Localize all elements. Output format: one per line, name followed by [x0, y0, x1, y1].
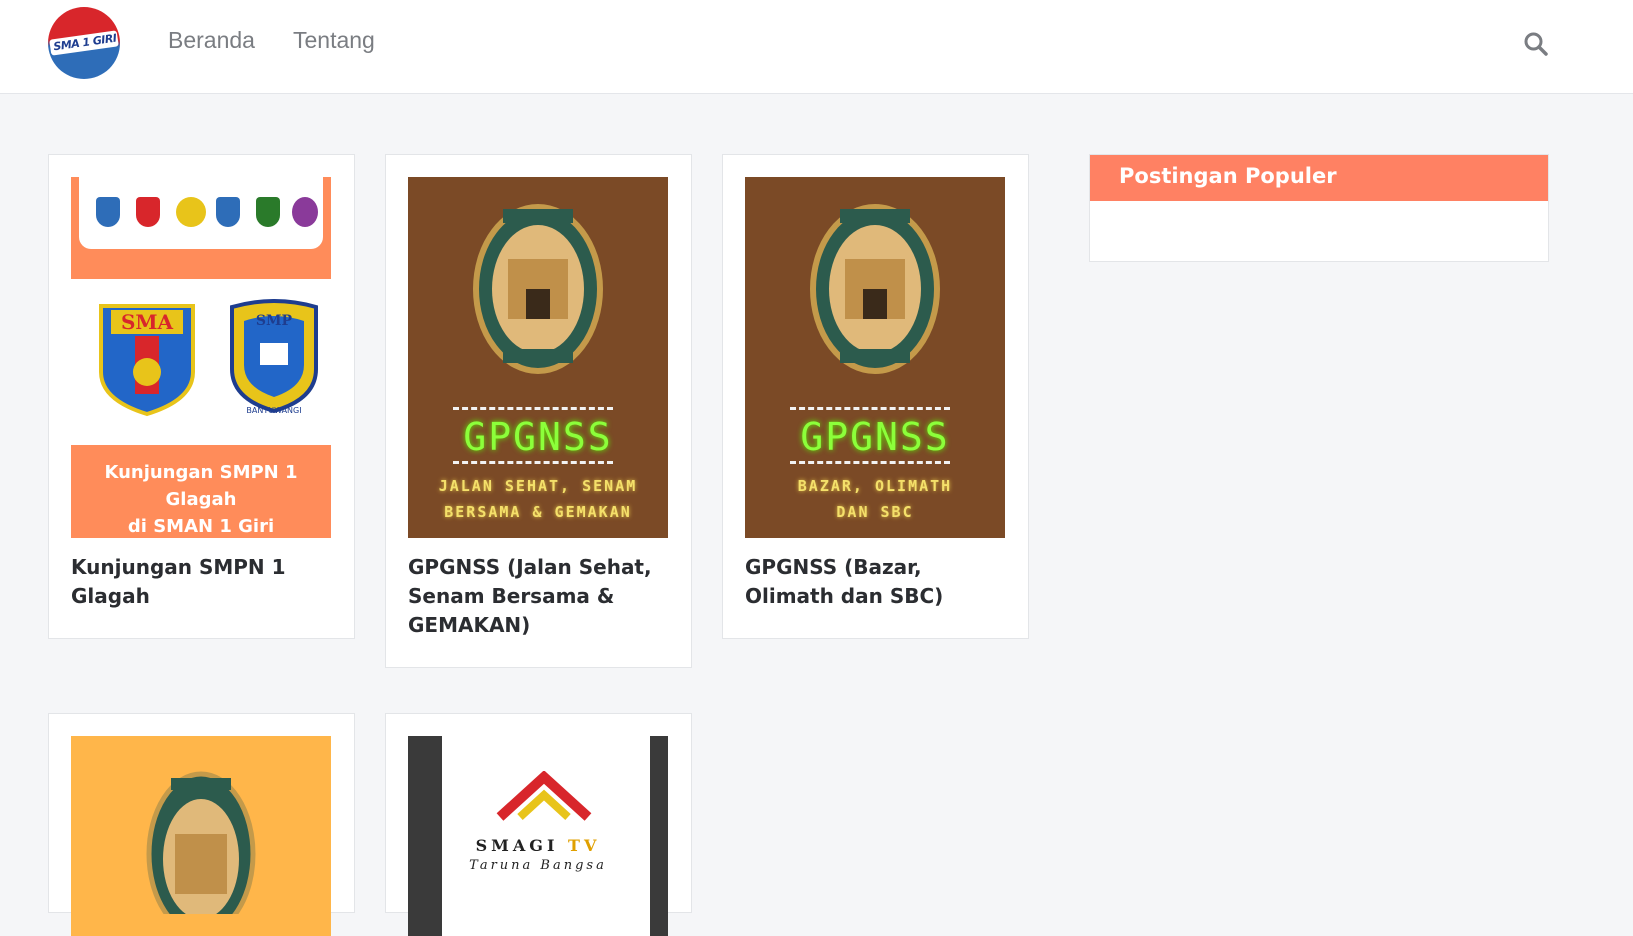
logo-emblem-icon: [96, 197, 120, 227]
poster-subtitle-line: BAZAR, OLIMATH: [797, 477, 953, 495]
post-thumbnail[interactable]: GPGNSS JALAN SEHAT, SENAM BERSAMA & GEMA…: [408, 177, 668, 538]
poster-subtitle: BAZAR, OLIMATH DAN SBC: [745, 473, 1005, 525]
poster-subtitle-line: DAN SBC: [836, 503, 914, 521]
poster-divider: [453, 407, 613, 410]
post-title-link[interactable]: GPGNSS (Jalan Sehat, Senam Bersama & GEM…: [408, 553, 668, 640]
poster-heading: GPGNSS: [800, 415, 950, 459]
thumb-caption: Kunjungan SMPN 1 Glagah di SMAN 1 Giri: [71, 459, 331, 538]
tv-logo-text: SMAGI TV: [408, 836, 668, 855]
poster-divider: [790, 407, 950, 410]
poster-subtitle-line: JALAN SEHAT, SENAM: [438, 477, 638, 495]
logo-emblem-icon: [292, 197, 318, 227]
sma-shield-icon: SMA: [99, 304, 195, 417]
tv-logo-accent: TV: [568, 836, 601, 855]
post-title-link[interactable]: GPGNSS (Bazar, Olimath dan SBC): [745, 553, 1005, 611]
popular-posts-widget: Postingan Populer: [1089, 154, 1549, 262]
thumb-logo-strip: [79, 177, 323, 249]
thumb-caption-line: Kunjungan SMPN 1 Glagah: [104, 462, 298, 510]
post-thumbnail[interactable]: GPGNSS BAZAR, OLIMATH DAN SBC: [745, 177, 1005, 538]
roof-logo-icon: [496, 771, 592, 821]
site-header: SMA 1 GIRI Beranda Tentang: [0, 0, 1633, 94]
logo-emblem-icon: [136, 197, 160, 227]
nav-link-tentang[interactable]: Tentang: [293, 27, 375, 54]
post-card[interactable]: SMAGI TV Taruna Bangsa: [385, 713, 692, 936]
logo-text: SMA 1 GIRI: [52, 31, 118, 54]
post-thumbnail[interactable]: SMA SMP BANYUWANGI Kunjungan SMPN 1 Glag…: [71, 177, 331, 538]
smp-shield-bottom: BANYUWANGI: [246, 406, 301, 415]
thumb-caption-line: di SMAN 1 Giri: [127, 516, 275, 537]
logo-emblem-icon: [256, 197, 280, 227]
nav-link-beranda[interactable]: Beranda: [168, 27, 255, 54]
widget-title: Postingan Populer: [1119, 164, 1337, 188]
logo-emblem-icon: [176, 197, 206, 227]
castle-emblem-icon: [146, 771, 256, 914]
post-thumbnail[interactable]: [71, 736, 331, 936]
poster-divider: [790, 461, 950, 464]
post-card[interactable]: [48, 713, 355, 936]
sma-shield-label: SMA: [121, 310, 174, 334]
widget-header: Postingan Populer: [1090, 155, 1548, 201]
site-logo[interactable]: SMA 1 GIRI: [48, 7, 120, 79]
castle-emblem-icon: [473, 204, 603, 374]
poster-subtitle-line: BERSAMA & GEMAKAN: [444, 503, 632, 521]
post-thumbnail[interactable]: SMAGI TV Taruna Bangsa: [408, 736, 668, 936]
post-card[interactable]: GPGNSS BAZAR, OLIMATH DAN SBC GPGNSS (Ba…: [722, 154, 1029, 639]
tv-logo-main: SMAGI: [475, 836, 569, 855]
logo-emblem-icon: [216, 197, 240, 227]
poster-subtitle: JALAN SEHAT, SENAM BERSAMA & GEMAKAN: [408, 473, 668, 525]
post-title-link[interactable]: Kunjungan SMPN 1 Glagah: [71, 553, 331, 611]
post-card[interactable]: GPGNSS JALAN SEHAT, SENAM BERSAMA & GEMA…: [385, 154, 692, 668]
poster-divider: [453, 461, 613, 464]
smp-shield-label: SMP: [256, 313, 293, 329]
smp-shield-icon: SMP BANYUWANGI: [230, 299, 318, 415]
search-icon[interactable]: [1523, 31, 1549, 57]
poster-heading: GPGNSS: [463, 415, 613, 459]
post-card[interactable]: SMA SMP BANYUWANGI Kunjungan SMPN 1 Glag…: [48, 154, 355, 639]
castle-emblem-icon: [810, 204, 940, 374]
